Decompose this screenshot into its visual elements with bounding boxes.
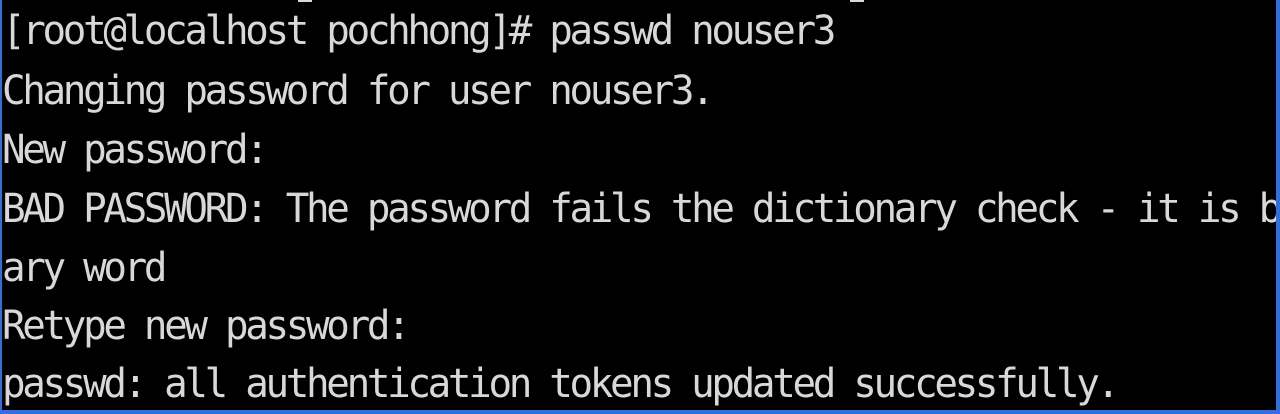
terminal-output[interactable]: [root@localhost pochhong]# passwd nouser…	[2, 0, 1276, 410]
terminal-line-changing-password: Changing password for user nouser3.	[2, 68, 715, 114]
terminal-line-retype-prompt: Retype new password:	[2, 303, 411, 349]
terminal-line-command: [root@localhost pochhong]# passwd nouser…	[2, 8, 836, 54]
terminal-line-bad-password: BAD PASSWORD: The password fails the dic…	[2, 186, 1276, 232]
terminal-line-bad-password-wrap: ary word	[2, 245, 168, 291]
terminal-line-new-password-prompt: New password:	[2, 127, 269, 173]
terminal-line-success: passwd: all authentication tokens update…	[2, 361, 1120, 407]
terminal-window[interactable]: [root@localhost pochhong]# passwd nouser…	[0, 0, 1280, 414]
